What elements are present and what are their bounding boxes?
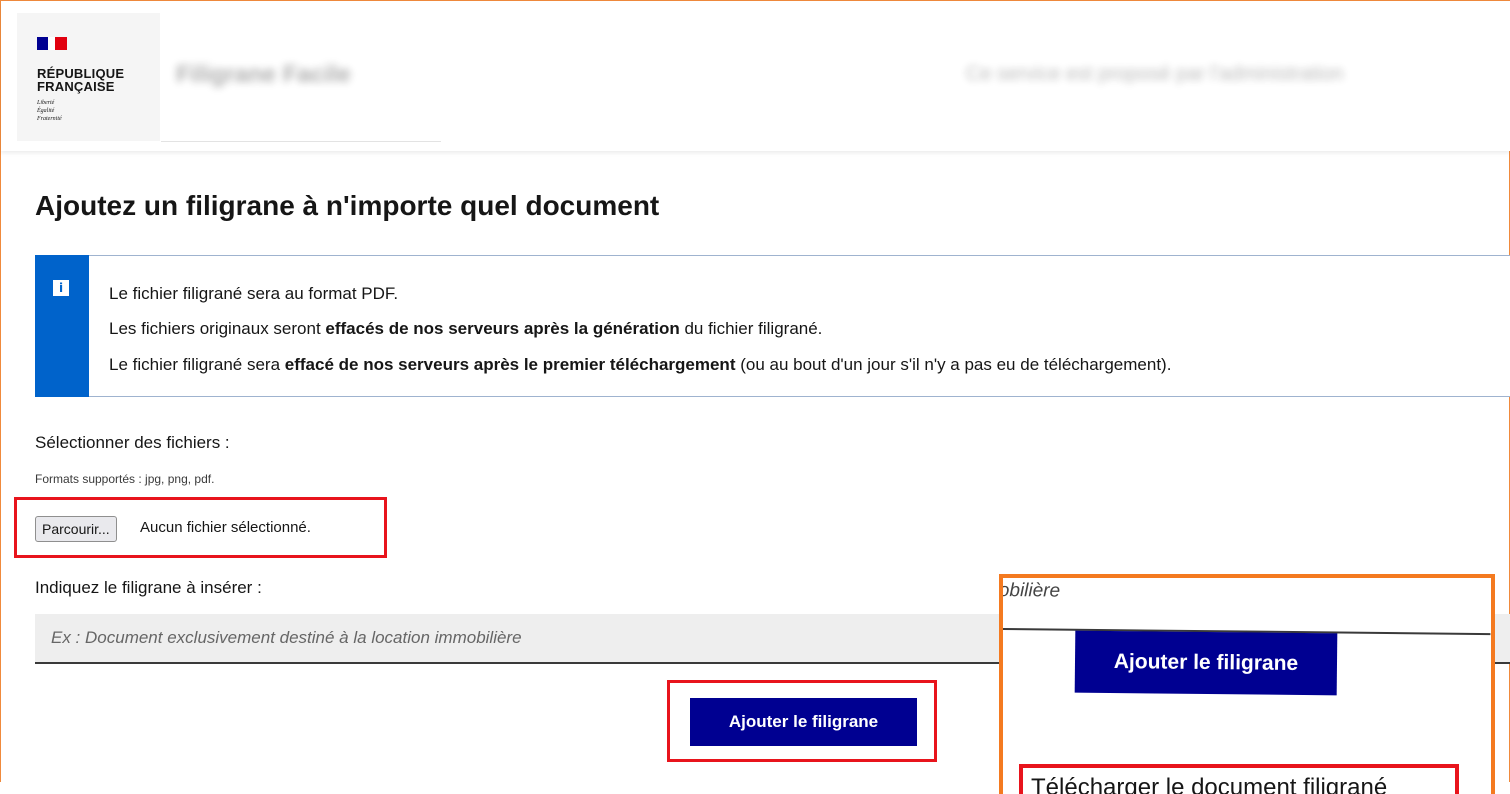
watermark-label: Indiquez le filigrane à insérer : (35, 578, 262, 597)
logo-motto: Liberté Égalité Fraternité (37, 99, 62, 123)
service-tagline: Ce service est proposé par l'administrat… (966, 63, 1344, 85)
motto-egalite: Égalité (37, 108, 55, 114)
logo-text-line2: FRANÇAISE (37, 79, 115, 94)
files-hint: Formats supportés : jpg, png, pdf. (35, 472, 215, 486)
page-title: Ajoutez un filigrane à n'importe quel do… (35, 190, 660, 221)
file-status-text: Aucun fichier sélectionné. (140, 519, 311, 536)
republique-francaise-logo[interactable]: RÉPUBLIQUE FRANÇAISE Liberté Égalité Fra… (17, 13, 160, 141)
info-notice: i Le fichier filigrané sera au format PD… (35, 255, 1510, 397)
zoom-inset: obilière Ajouter le filigrane Télécharge… (999, 574, 1495, 794)
zoom-add-watermark-button[interactable]: Ajouter le filigrane (1074, 630, 1338, 696)
notice-line-2: Les fichiers originaux seront effacés de… (109, 319, 823, 338)
files-label: Sélectionner des fichiers : (35, 433, 230, 452)
notice-line-1: Le fichier filigrané sera au format PDF. (109, 284, 399, 303)
notice-line-2-bold: effacés de nos serveurs après la générat… (325, 319, 680, 338)
add-watermark-button[interactable]: Ajouter le filigrane (690, 698, 917, 746)
info-icon: i (53, 280, 69, 296)
service-title[interactable]: Filigrane Facile (176, 61, 351, 89)
header-divider (161, 141, 441, 142)
notice-accent-bar: i (35, 255, 89, 397)
notice-line-3-bold: effacé de nos serveurs après le premier … (284, 355, 736, 374)
marianne-flag-icon (37, 37, 67, 50)
download-watermarked-link[interactable]: Télécharger le document filigrané (1031, 774, 1387, 794)
notice-line-3: Le fichier filigrané sera effacé de nos … (109, 355, 1172, 374)
zoom-placeholder-text: obilière (999, 579, 1061, 602)
site-header: RÉPUBLIQUE FRANÇAISE Liberté Égalité Fra… (1, 1, 1510, 151)
motto-fraternite: Fraternité (37, 116, 62, 122)
browse-files-button[interactable]: Parcourir... (35, 516, 117, 542)
motto-liberte: Liberté (37, 100, 55, 106)
zoom-input-fragment: obilière (999, 578, 1491, 636)
